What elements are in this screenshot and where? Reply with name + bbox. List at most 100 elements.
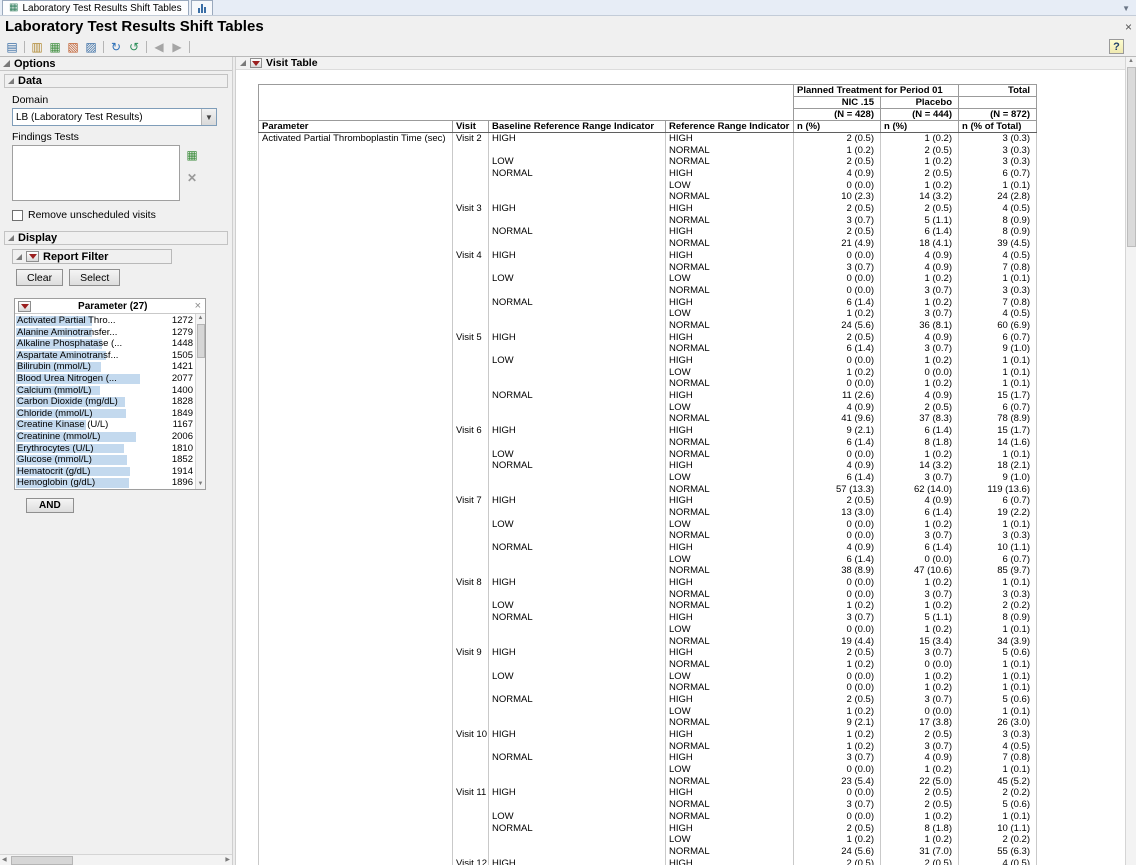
- cell-n-total: 8 (0.9): [959, 226, 1037, 238]
- cell-reference-indicator: HIGH: [666, 495, 794, 507]
- table-row: NORMALHIGH4 (0.9)14 (3.2)18 (2.1): [259, 460, 1037, 472]
- forward-icon[interactable]: ▶: [168, 39, 186, 55]
- collapse-icon[interactable]: [8, 235, 14, 241]
- presentation-icon[interactable]: ▧: [64, 39, 82, 55]
- sidebar-hscrollbar[interactable]: ◀ ▶: [0, 854, 232, 865]
- collapse-icon[interactable]: [8, 78, 14, 84]
- collapse-icon[interactable]: [240, 60, 246, 66]
- scroll-left-icon[interactable]: ◀: [2, 856, 7, 865]
- table-row: LOW0 (0.0)1 (0.2)1 (0.1): [259, 624, 1037, 636]
- filter-item[interactable]: Carbon Dioxide (mg/dL)1828: [15, 396, 195, 408]
- table-row: LOWLOW0 (0.0)1 (0.2)1 (0.1): [259, 273, 1037, 285]
- options-header[interactable]: Options: [0, 57, 232, 71]
- cell-reference-indicator: HIGH: [666, 168, 794, 180]
- cell-n-nic: 3 (0.7): [794, 752, 881, 764]
- clear-tests-button[interactable]: ✕: [184, 170, 200, 185]
- filter-item-label: Glucose (mmol/L): [15, 454, 92, 465]
- scroll-up-icon[interactable]: ▲: [198, 314, 204, 323]
- cell-n-placebo: 0 (0.0): [881, 367, 959, 379]
- cell-parameter: [259, 495, 453, 507]
- cell-parameter: [259, 647, 453, 659]
- data-section-header[interactable]: Data: [4, 74, 228, 88]
- cell-parameter: [259, 355, 453, 367]
- red-triangle-menu[interactable]: [250, 58, 262, 68]
- filter-item[interactable]: Alkaline Phosphatase (...1448: [15, 338, 195, 350]
- close-icon[interactable]: ×: [195, 300, 202, 312]
- save-icon[interactable]: ▨: [82, 39, 100, 55]
- tab-chart[interactable]: [191, 0, 213, 15]
- filter-item[interactable]: Aspartate Aminotransf...1505: [15, 350, 195, 362]
- filter-item[interactable]: Creatine Kinase (U/L)1167: [15, 419, 195, 431]
- cell-baseline-indicator: [489, 402, 666, 414]
- data-table-icon[interactable]: ▦: [46, 39, 64, 55]
- column-n-total: n (% of Total): [959, 121, 1037, 133]
- red-triangle-icon: [29, 254, 37, 259]
- scrollbar-thumb[interactable]: [1127, 67, 1136, 247]
- refresh-icon[interactable]: ↻: [107, 39, 125, 55]
- rerun-icon[interactable]: ↺: [125, 39, 143, 55]
- filter-item[interactable]: Chloride (mmol/L)1849: [15, 408, 195, 420]
- cell-reference-indicator: NORMAL: [666, 717, 794, 729]
- clear-button[interactable]: Clear: [16, 269, 63, 286]
- filter-item[interactable]: Alanine Aminotransfer...1279: [15, 327, 195, 339]
- cell-n-placebo: 5 (1.1): [881, 612, 959, 624]
- cell-baseline-indicator: [489, 846, 666, 858]
- cell-reference-indicator: LOW: [666, 472, 794, 484]
- report-filter-header[interactable]: Report Filter: [12, 249, 172, 264]
- cell-parameter: [259, 367, 453, 379]
- cell-parameter: [259, 589, 453, 601]
- filter-item[interactable]: Hematocrit (g/dL)1914: [15, 466, 195, 478]
- scrollbar-thumb[interactable]: [11, 856, 73, 865]
- scroll-down-icon[interactable]: ▼: [198, 480, 204, 489]
- visit-table-header[interactable]: Visit Table: [236, 57, 1136, 70]
- filter-item[interactable]: Creatinine (mmol/L)2006: [15, 431, 195, 443]
- display-section-header[interactable]: Display: [4, 231, 228, 245]
- cell-reference-indicator: NORMAL: [666, 413, 794, 425]
- red-triangle-menu[interactable]: [26, 251, 39, 262]
- collapse-icon[interactable]: [16, 254, 22, 260]
- cell-n-placebo: 1 (0.2): [881, 834, 959, 846]
- cell-n-placebo: 3 (0.7): [881, 343, 959, 355]
- cell-visit: [453, 822, 489, 834]
- filter-item[interactable]: Glucose (mmol/L)1852: [15, 454, 195, 466]
- new-report-icon[interactable]: ▤: [3, 39, 21, 55]
- cell-visit: [453, 671, 489, 683]
- parameter-filter-title: Parameter (27): [31, 301, 195, 312]
- scroll-right-icon[interactable]: ▶: [225, 856, 230, 865]
- back-icon[interactable]: ◀: [150, 39, 168, 55]
- checkbox-box[interactable]: [12, 210, 23, 221]
- cell-n-placebo: 6 (1.4): [881, 542, 959, 554]
- cell-parameter: [259, 554, 453, 566]
- filter-scrollbar[interactable]: ▲ ▼: [195, 314, 205, 489]
- red-triangle-menu[interactable]: [18, 301, 31, 312]
- cell-n-total: 1 (0.1): [959, 706, 1037, 718]
- close-icon[interactable]: ×: [1125, 20, 1132, 34]
- cell-reference-indicator: HIGH: [666, 332, 794, 344]
- and-button[interactable]: AND: [26, 498, 74, 513]
- pin-icon[interactable]: ▼: [1122, 4, 1130, 13]
- filter-item[interactable]: Bilirubin (mmol/L)1421: [15, 361, 195, 373]
- main-vscrollbar[interactable]: ▲: [1125, 57, 1136, 865]
- filter-item[interactable]: Hemoglobin (g/dL)1896: [15, 477, 195, 489]
- cell-n-placebo: 14 (3.2): [881, 191, 959, 203]
- add-tests-button[interactable]: ▦: [184, 147, 200, 162]
- domain-select[interactable]: LB (Laboratory Test Results) ▼: [12, 108, 217, 126]
- cell-n-total: 85 (9.7): [959, 565, 1037, 577]
- cell-visit: Visit 5: [453, 332, 489, 344]
- remove-unscheduled-checkbox[interactable]: Remove unscheduled visits: [12, 209, 226, 221]
- filter-item[interactable]: Erythrocytes (U/L)1810: [15, 443, 195, 455]
- help-button[interactable]: ?: [1109, 39, 1124, 54]
- cell-n-total: 24 (2.8): [959, 191, 1037, 203]
- filter-item[interactable]: Blood Urea Nitrogen (...2077: [15, 373, 195, 385]
- filter-item-count: 1914: [172, 466, 193, 478]
- filter-item[interactable]: Activated Partial Thro...1272: [15, 315, 195, 327]
- collapse-icon[interactable]: [3, 60, 10, 67]
- select-button[interactable]: Select: [69, 269, 120, 286]
- tab-lab-results[interactable]: ▦ Laboratory Test Results Shift Tables: [2, 0, 189, 15]
- filter-item[interactable]: Calcium (mmol/L)1400: [15, 385, 195, 397]
- findings-tests-listbox[interactable]: [12, 145, 180, 201]
- cell-visit: Visit 2: [453, 133, 489, 145]
- scroll-up-icon[interactable]: ▲: [1128, 57, 1134, 66]
- journal-icon[interactable]: ▥: [28, 39, 46, 55]
- scrollbar-thumb[interactable]: [197, 324, 205, 358]
